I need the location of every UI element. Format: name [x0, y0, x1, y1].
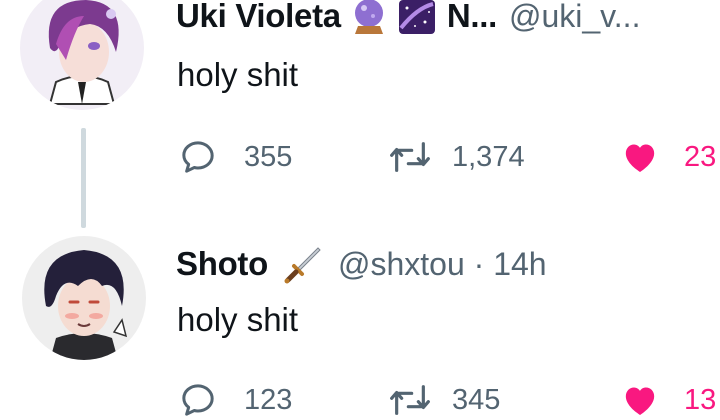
dagger-icon	[282, 242, 326, 286]
like-button[interactable]: 13	[620, 380, 716, 420]
retweet-count: 1,374	[452, 140, 525, 173]
reply-icon	[178, 380, 218, 420]
avatar[interactable]	[20, 0, 144, 110]
reply-count: 355	[244, 140, 293, 173]
tweet-header: Shoto @shxtou · 14h	[176, 242, 547, 286]
like-count: 13	[684, 383, 717, 416]
author-handle-and-time[interactable]: @shxtou · 14h	[338, 246, 547, 283]
tweet-header: Uki Violeta N... @uki_v...	[176, 0, 640, 38]
reply-button[interactable]: 123	[178, 380, 292, 420]
author-name[interactable]: Shoto	[176, 245, 268, 283]
retweet-button[interactable]: 1,374	[386, 137, 525, 177]
author-name[interactable]: Uki Violeta	[176, 0, 341, 35]
reply-icon	[178, 137, 218, 177]
retweet-count: 345	[452, 383, 501, 416]
author-handle[interactable]: @uki_v...	[509, 0, 640, 35]
reply-button[interactable]: 355	[178, 137, 292, 177]
thread-connector-line	[81, 128, 86, 228]
heart-icon	[620, 137, 660, 177]
retweet-icon	[386, 137, 434, 177]
like-button[interactable]: 23	[620, 137, 716, 177]
heart-icon	[620, 380, 660, 420]
purple-galaxy-icon	[397, 0, 437, 36]
like-count: 23	[684, 140, 717, 173]
tweet-text: holy shit	[177, 56, 299, 93]
author-name-truncated[interactable]: N...	[447, 0, 497, 35]
retweet-icon	[386, 380, 434, 420]
avatar[interactable]	[22, 236, 146, 360]
tweet-text: holy shit	[177, 301, 299, 338]
crystal-ball-icon	[349, 0, 389, 36]
retweet-button[interactable]: 345	[386, 380, 500, 420]
reply-count: 123	[244, 383, 293, 416]
